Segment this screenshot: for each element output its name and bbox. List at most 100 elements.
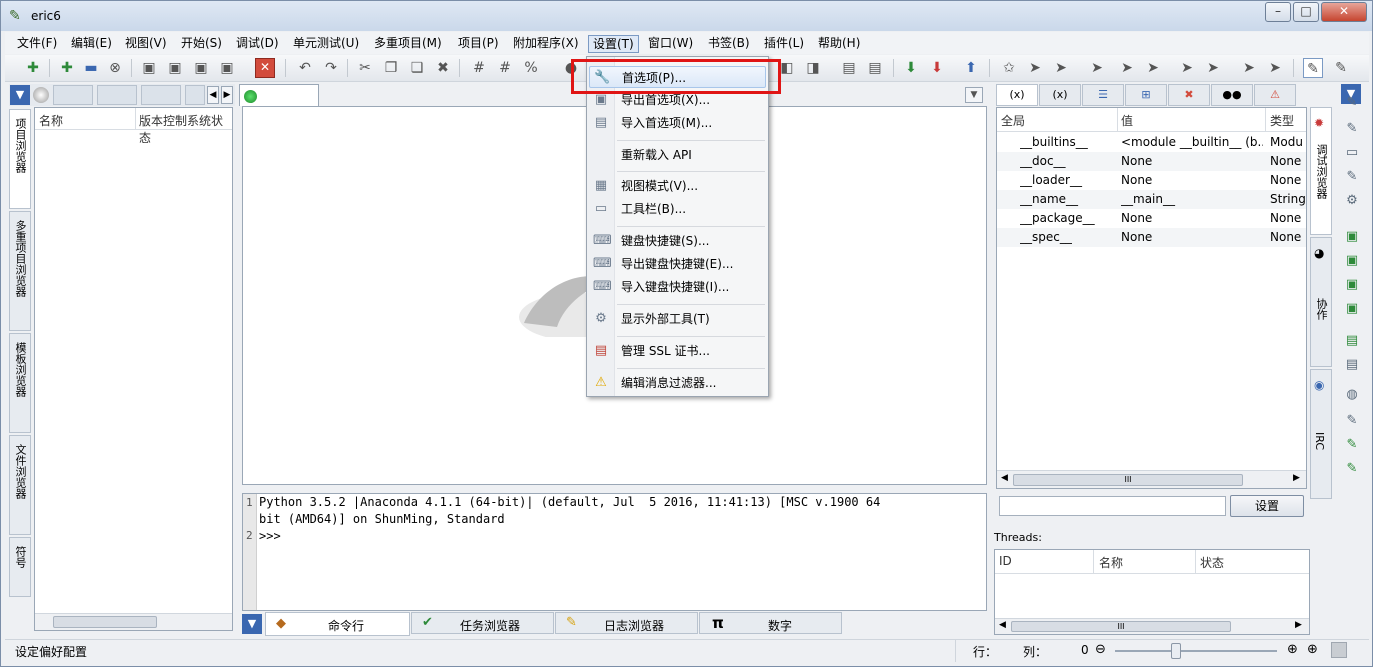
qt-designer-icon[interactable]: ▣ — [1343, 228, 1361, 246]
qt-assistant-icon[interactable]: ▣ — [1343, 276, 1361, 294]
diff-icon[interactable]: ▤ — [1343, 356, 1361, 374]
bookmark-prev-icon[interactable]: ➤ — [1051, 58, 1071, 78]
goto-icon[interactable]: ➤ — [1087, 58, 1107, 78]
tab-breakpoints[interactable]: ⚠ — [1254, 84, 1296, 106]
uncomment-icon[interactable]: # — [495, 58, 515, 78]
column-name[interactable]: 名称 — [1099, 554, 1123, 571]
undo-icon[interactable]: ↶ — [295, 58, 315, 78]
menu-multiproject[interactable]: 多重项目(M) — [370, 35, 446, 53]
tab-callstack[interactable]: ☰ — [1082, 84, 1124, 106]
left-tab-3[interactable] — [141, 85, 181, 105]
view-profile-icon[interactable]: ✎ — [1343, 120, 1361, 138]
scroll-right-icon[interactable]: ▶ — [1293, 473, 1300, 483]
redo-icon[interactable]: ↷ — [321, 58, 341, 78]
menu-item-keyboard-shortcuts[interactable]: ⌨ 键盘快捷键(S)... — [589, 230, 766, 252]
delete-icon[interactable]: ✖ — [433, 58, 453, 78]
menu-bookmarks[interactable]: 书签(B) — [704, 35, 754, 53]
tab-callstack-tree[interactable]: ⊞ — [1125, 84, 1167, 106]
close-button[interactable]: ✕ — [1321, 2, 1367, 22]
vtab-project-browser[interactable]: 项目浏览器 — [9, 109, 31, 209]
debug-mode-icon[interactable]: ✎ — [1331, 58, 1351, 78]
qt-linguist-icon[interactable]: ▣ — [1343, 252, 1361, 270]
menu-item-external-tools[interactable]: ⚙ 显示外部工具(T) — [589, 308, 766, 330]
keyboard-shortcuts-icon[interactable]: ✎ — [1343, 168, 1361, 186]
tab-shell[interactable]: ◆ 命令行 — [265, 612, 410, 636]
step-out-icon[interactable]: ⬆ — [961, 58, 981, 78]
warning-prev-icon[interactable]: ➤ — [1143, 58, 1163, 78]
left-tab-4[interactable] — [185, 85, 205, 105]
coverage-next-icon[interactable]: ➤ — [1177, 58, 1197, 78]
file-replace-icon[interactable]: ▤ — [865, 58, 885, 78]
maximize-button[interactable]: □ — [1293, 2, 1319, 22]
tab-watchpoints[interactable]: ●● — [1211, 84, 1253, 106]
tab-numbers[interactable]: π 数字 — [699, 612, 842, 634]
tab-scroll-right-icon[interactable]: ▶ — [221, 86, 233, 104]
variable-row[interactable]: __name__ __main__ String — [997, 190, 1306, 209]
tab-scroll-left-icon[interactable]: ◀ — [207, 86, 219, 104]
bookmark-toggle-icon[interactable]: ✩ — [999, 58, 1019, 78]
variable-row[interactable]: __loader__ None None — [997, 171, 1306, 190]
close-file-icon[interactable]: ⊗ — [105, 58, 125, 78]
exit-icon[interactable]: ✕ — [255, 58, 275, 78]
menu-item-view-mode[interactable]: ▦ 视图模式(V)... — [589, 175, 766, 197]
left-tab-1[interactable] — [53, 85, 93, 105]
menu-item-ssl-certificates[interactable]: ▤ 管理 SSL 证书... — [589, 340, 766, 362]
variable-row[interactable]: __builtins__ <module __builtin__ (b... M… — [997, 133, 1306, 152]
coverage-prev-icon[interactable]: ➤ — [1203, 58, 1223, 78]
menu-edit[interactable]: 编辑(E) — [67, 35, 116, 53]
shell-console[interactable]: 1 2 Python 3.5.2 |Anaconda 4.1.1 (64-bit… — [242, 493, 987, 611]
snapshot-icon[interactable]: ✎ — [1343, 436, 1361, 454]
toggle-comment-icon[interactable]: % — [521, 58, 541, 78]
bookmark-next-icon[interactable]: ➤ — [1025, 58, 1045, 78]
scroll-left-icon[interactable]: ◀ — [1001, 473, 1008, 483]
menu-item-import-shortcuts[interactable]: ⌨ 导入键盘快捷键(I)... — [589, 276, 766, 298]
zoom-reset-icon[interactable]: ⊕ — [1307, 642, 1318, 657]
horizontal-scrollbar[interactable] — [35, 613, 232, 630]
zoom-in-icon[interactable]: ⊕ — [1287, 642, 1298, 657]
filter-icon[interactable]: ▼ — [10, 85, 30, 105]
variable-filter-input[interactable] — [999, 496, 1226, 516]
tab-global-variables[interactable]: (x) — [996, 84, 1038, 106]
menu-help[interactable]: 帮助(H) — [814, 35, 864, 53]
file-search-icon[interactable]: ▤ — [839, 58, 859, 78]
zoom-slider-handle[interactable] — [1171, 643, 1181, 659]
new-project-icon[interactable]: ✚ — [23, 58, 43, 78]
tab-local-variables[interactable]: (x) — [1039, 84, 1081, 106]
editor-icon[interactable]: ✎ — [1343, 412, 1361, 430]
column-value[interactable]: 值 — [1121, 112, 1133, 129]
menu-start[interactable]: 开始(S) — [177, 35, 226, 53]
cut-icon[interactable]: ✂ — [355, 58, 375, 78]
menu-item-reload-api[interactable]: 重新载入 API — [589, 144, 766, 166]
set-filter-button[interactable]: 设置 — [1230, 495, 1304, 517]
pixmap-icon[interactable]: ✎ — [1343, 460, 1361, 478]
comment-icon[interactable]: # — [469, 58, 489, 78]
scroll-left-icon[interactable]: ◀ — [999, 620, 1006, 630]
menu-item-toolbars[interactable]: ▭ 工具栏(B)... — [589, 198, 766, 220]
minimize-button[interactable]: – — [1265, 2, 1291, 22]
menu-view[interactable]: 视图(V) — [121, 35, 171, 53]
vtab-file-browser[interactable]: 文件浏览器 — [9, 435, 31, 535]
scrollbar-thumb[interactable]: III — [1011, 621, 1231, 632]
scroll-right-icon[interactable]: ▶ — [1295, 620, 1302, 630]
scrollbar-thumb[interactable]: III — [1013, 474, 1243, 486]
gear-icon[interactable]: ⚙ — [1343, 192, 1361, 210]
column-vcs-status[interactable]: 版本控制系统状态 — [139, 112, 232, 146]
vtab-multiproject-browser[interactable]: 多重项目浏览器 — [9, 211, 31, 331]
menu-window[interactable]: 窗口(W) — [644, 35, 697, 53]
column-name[interactable]: 名称 — [39, 112, 63, 129]
vtab-cooperation[interactable]: ◕ 协作 — [1310, 237, 1332, 367]
save-copy-icon[interactable]: ▣ — [217, 58, 237, 78]
sql-browser-icon[interactable]: ◍ — [1343, 386, 1361, 404]
tab-log-viewer[interactable]: ✎ 日志浏览器 — [555, 612, 698, 634]
step-over-icon[interactable]: ⬇ — [927, 58, 947, 78]
menu-project[interactable]: 项目(P) — [454, 35, 503, 53]
variable-row[interactable]: __doc__ None None — [997, 152, 1306, 171]
vtab-template-browser[interactable]: 模板浏览器 — [9, 333, 31, 433]
new-file-icon[interactable]: ✚ — [57, 58, 77, 78]
left-tab-2[interactable] — [97, 85, 137, 105]
menu-item-message-filters[interactable]: ⚠ 编辑消息过滤器... — [589, 372, 766, 394]
save-all-icon[interactable]: ▣ — [191, 58, 211, 78]
scrollbar-thumb[interactable] — [53, 616, 157, 628]
vtab-debug-viewer[interactable]: ✹ 调试浏览器 — [1310, 107, 1332, 235]
variable-row[interactable]: __package__ None None — [997, 209, 1306, 228]
